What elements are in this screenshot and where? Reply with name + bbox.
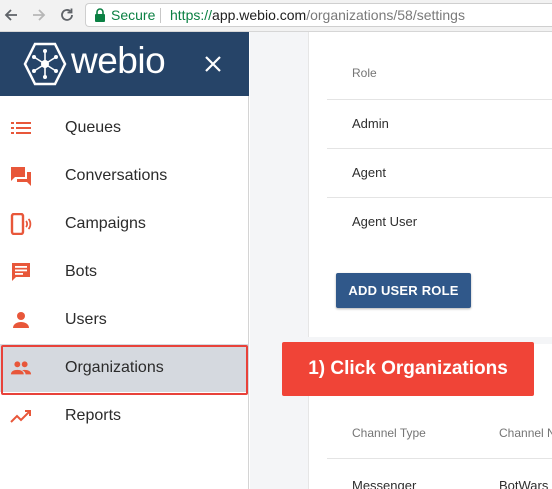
chat-bubbles-icon bbox=[10, 165, 32, 187]
browser-toolbar: Secure https://app.webio.com/organizatio… bbox=[0, 0, 552, 32]
list-icon bbox=[10, 117, 32, 139]
sidebar-item-label: Queues bbox=[65, 119, 122, 136]
sidebar-item-users[interactable]: Users bbox=[0, 296, 249, 344]
sidebar-item-reports[interactable]: Reports bbox=[0, 392, 249, 440]
close-icon[interactable] bbox=[203, 54, 223, 74]
role-name: Agent bbox=[352, 165, 386, 180]
phone-broadcast-icon bbox=[10, 213, 32, 235]
main-content: Role Admin Agent Agent User ADD USER ROL… bbox=[250, 32, 552, 489]
channel-type-cell: Messenger bbox=[352, 478, 417, 489]
add-user-role-button[interactable]: ADD USER ROLE bbox=[336, 273, 471, 308]
channel-name-cell: BotWars bbox=[499, 478, 549, 489]
sidebar-item-queues[interactable]: Queues bbox=[0, 104, 249, 152]
person-icon bbox=[10, 309, 32, 331]
sidebar-item-conversations[interactable]: Conversations bbox=[0, 152, 249, 200]
sidebar-item-label: Bots bbox=[65, 263, 98, 280]
url-text: https://app.webio.com/organizations/58/s… bbox=[170, 7, 465, 24]
brand-name: webio bbox=[71, 40, 166, 81]
sidebar: webio Queues Conversations Campaigns Bot… bbox=[0, 32, 249, 489]
sidebar-item-label: Users bbox=[65, 311, 107, 328]
role-name: Admin bbox=[352, 116, 389, 131]
channel-type-header: Channel Type bbox=[352, 426, 426, 440]
role-row[interactable]: Admin bbox=[327, 99, 552, 148]
channel-name-header: Channel N bbox=[499, 426, 552, 440]
sidebar-item-label: Conversations bbox=[65, 167, 168, 184]
back-button[interactable] bbox=[0, 4, 22, 26]
sidebar-item-campaigns[interactable]: Campaigns bbox=[0, 200, 249, 248]
reload-icon bbox=[61, 8, 73, 21]
sidebar-header: webio bbox=[0, 32, 249, 96]
back-arrow-icon bbox=[4, 9, 17, 21]
address-bar[interactable]: Secure https://app.webio.com/organizatio… bbox=[85, 3, 552, 27]
sidebar-item-bots[interactable]: Bots bbox=[0, 248, 249, 296]
webio-logo-icon bbox=[23, 42, 67, 86]
sidebar-item-label: Reports bbox=[65, 407, 122, 424]
user-roles-card: Role Admin Agent Agent User ADD USER ROL… bbox=[308, 32, 552, 337]
table-row[interactable]: Messenger BotWars bbox=[327, 458, 552, 489]
url-host: app.webio.com bbox=[212, 7, 307, 23]
organizations-highlight bbox=[1, 345, 248, 395]
message-icon bbox=[10, 261, 32, 283]
role-row[interactable]: Agent User bbox=[327, 197, 552, 246]
lock-icon bbox=[95, 8, 105, 22]
role-column-header: Role bbox=[352, 66, 377, 80]
role-row[interactable]: Agent bbox=[327, 148, 552, 197]
forward-button[interactable] bbox=[28, 4, 50, 26]
url-scheme: https:// bbox=[170, 7, 213, 23]
trending-icon bbox=[10, 405, 32, 427]
secure-label: Secure bbox=[111, 7, 156, 23]
sidebar-item-label: Campaigns bbox=[65, 215, 146, 232]
forward-arrow-icon bbox=[33, 9, 46, 21]
reload-button[interactable] bbox=[56, 4, 78, 26]
instruction-callout: 1) Click Organizations bbox=[282, 342, 534, 396]
url-separator bbox=[160, 8, 161, 23]
role-name: Agent User bbox=[352, 214, 418, 229]
url-path: /organizations/58/settings bbox=[306, 7, 465, 23]
